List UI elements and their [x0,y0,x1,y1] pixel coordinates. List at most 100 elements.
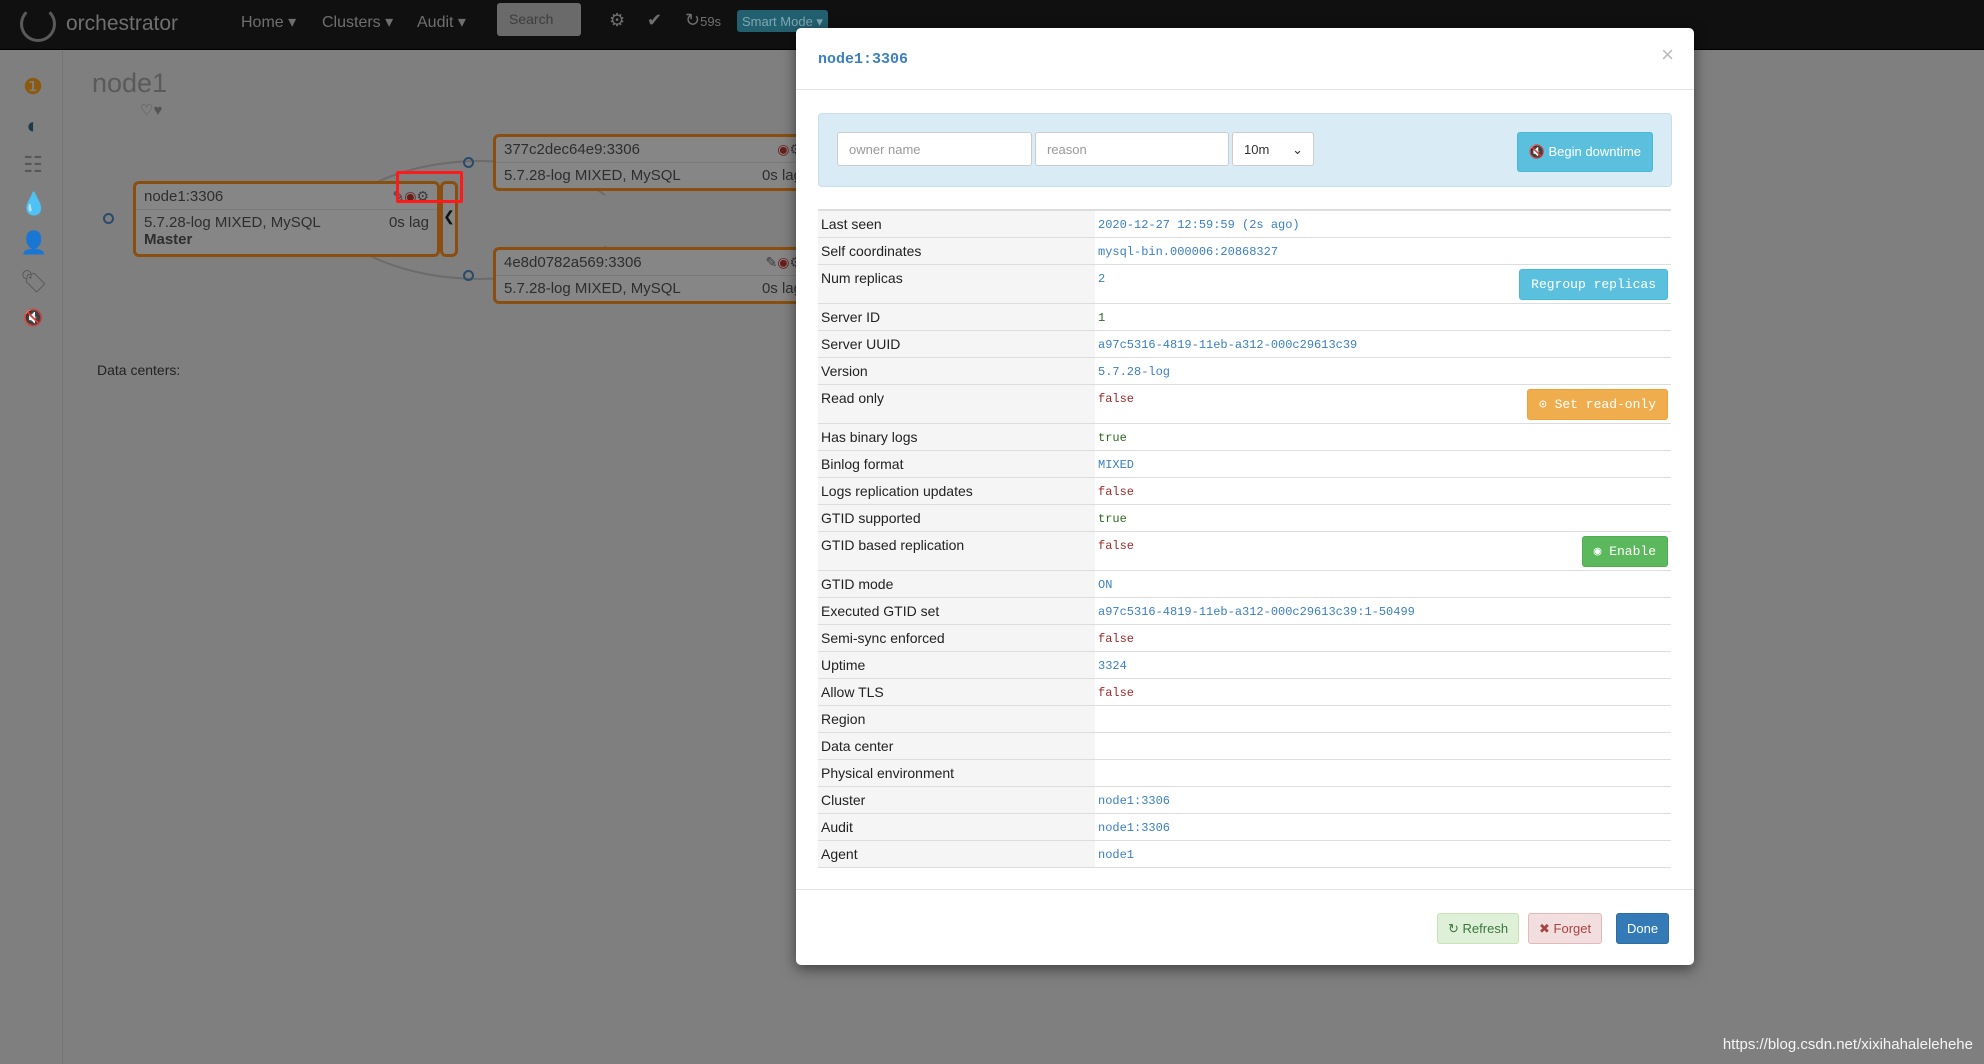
detail-label: Has binary logs [818,423,1095,451]
check-circle-icon[interactable]: ✔ [647,10,662,31]
detail-label: Semi-sync enforced [818,624,1095,652]
detail-value: 3324 [1098,658,1127,673]
menu-home[interactable]: Home ▾ [241,12,296,32]
node-info: 5.7.28-log MIXED, MySQL [144,214,321,231]
brand[interactable]: orchestrator [20,6,178,42]
detail-value: a97c5316-4819-11eb-a312-000c29613c39:1-5… [1098,604,1415,619]
detail-value: ON [1098,577,1113,592]
refresh-button[interactable]: ↻ Refresh [1437,913,1520,944]
detail-row: Agent node1 [818,840,1671,868]
detail-label: Server ID [818,303,1095,331]
detail-label: GTID supported [818,504,1095,532]
mute-icon: 🔇 [1528,144,1545,159]
detail-label: Read only [818,384,1095,424]
replica-node-box[interactable]: 377c2dec64e9:3306◉⚙ 5.7.28-log MIXED, My… [493,134,813,191]
edit-icon[interactable]: ✎ [765,254,777,270]
num-replicas-action-button[interactable]: Regroup replicas [1519,268,1668,300]
detail-row: Server ID 1 [818,303,1671,331]
master-connector[interactable] [103,213,114,224]
detail-label: Logs replication updates [818,477,1095,505]
detail-row: Server UUID a97c5316-4819-11eb-a312-000c2… [818,330,1671,358]
node-info: 5.7.28-log MIXED, MySQL [504,167,681,184]
instance-modal: node1:3306 × owner name reason 10m ⌄ 🔇 Be… [796,28,1694,965]
replica-connector[interactable] [463,157,474,168]
detail-label: Physical environment [818,759,1095,787]
gear-icon[interactable]: ⚙ [609,10,625,31]
duration-select[interactable]: 10m ⌄ [1232,132,1314,166]
favorite-icons[interactable]: ♡♥ [140,101,162,119]
watermark: https://blog.csdn.net/xixihahalelehehe [1722,1036,1973,1053]
detail-row: Last seen 2020-12-27 12:59:59 (2s ago) [818,210,1671,238]
begin-downtime-button[interactable]: 🔇 Begin downtime [1516,132,1653,172]
list-icon[interactable]: ☷ [20,152,46,178]
reason-input[interactable]: reason [1035,132,1229,166]
drop-icon[interactable]: 💧 [20,191,47,217]
refresh-countdown: 59s [700,14,722,29]
detail-row: Region [818,705,1671,733]
replica-node-box[interactable]: 4e8d0782a569:3306✎◉⚙ 5.7.28-log MIXED, M… [493,247,813,304]
sidebar: ❶ ◐ ☷ 💧 👤 🏷 🔇 [0,51,63,1064]
detail-value: false [1098,685,1135,700]
done-button[interactable]: Done [1616,913,1670,944]
detail-row: Audit node1:3306 [818,813,1671,841]
detail-row: Allow TLS false [818,678,1671,706]
node-name: 4e8d0782a569:3306 [504,254,642,271]
refresh-icon[interactable]: ↻59s [685,10,721,31]
detail-label: Cluster [818,786,1095,814]
detail-label: GTID based replication [818,531,1095,571]
detail-value: false [1098,631,1135,646]
node-lag: 0s lag [388,214,429,231]
detail-value: true [1098,511,1127,526]
detail-row: Logs replication updates false [818,477,1671,505]
page-title: node1 [92,68,168,98]
detail-row: GTID supported true [818,504,1671,532]
master-node-box[interactable]: node1:3306 ✎◉⚙ 5.7.28-log MIXED, MySQL 0s … [133,181,440,257]
detail-label: Executed GTID set [818,597,1095,625]
orchestrator-logo [20,6,56,42]
detail-value: node1:3306 [1098,793,1171,808]
detail-label: Audit [818,813,1095,841]
alert-icon[interactable]: ❶ [20,74,46,100]
detail-label: Binlog format [818,450,1095,478]
detail-label: Num replicas [818,264,1095,304]
modal-title: node1:3306 [818,51,909,68]
detail-label: Allow TLS [818,678,1095,706]
detail-row: Physical environment [818,759,1671,787]
contrast-icon[interactable]: ◐ [20,113,46,139]
highlight-box [396,171,463,203]
detail-value: 5.7.28-log [1098,364,1171,379]
search-input[interactable]: Search [497,3,581,36]
read-only-action-button[interactable]: ⊙ Set read-only [1526,388,1668,420]
detail-row: Has binary logs true [818,423,1671,451]
detail-row: GTID mode ON [818,570,1671,598]
detail-value: false [1098,391,1135,406]
downtime-panel: owner name reason 10m ⌄ 🔇 Begin downtime [818,113,1672,187]
detail-label: Uptime [818,651,1095,679]
detail-value: true [1098,430,1127,445]
detail-value: mysql-bin.000006:20868327 [1098,244,1279,259]
instance-details-table: Last seen 2020-12-27 12:59:59 (2s ago) Sel… [818,209,1671,868]
mute-icon[interactable]: 🔇 [20,308,46,334]
forget-button[interactable]: ✖ Forget [1528,913,1603,944]
user-icon[interactable]: 👤 [20,230,47,256]
gtid-based-replication-action-button[interactable]: ◉ Enable [1581,535,1668,567]
tag-icon[interactable]: 🏷 [20,269,48,295]
close-button[interactable]: × [1661,42,1674,68]
detail-row: Num replicas 2 Regroup replicas [818,264,1671,304]
detail-value: 1 [1098,310,1106,325]
replica-connector[interactable] [463,270,474,281]
node-name: 377c2dec64e9:3306 [504,141,640,158]
detail-row: Semi-sync enforced false [818,624,1671,652]
globe-icon[interactable]: ◉ [777,141,789,157]
menu-clusters[interactable]: Clusters ▾ [322,12,393,32]
owner-name-input[interactable]: owner name [837,132,1032,166]
globe-icon[interactable]: ◉ [777,254,789,270]
detail-row: Version 5.7.28-log [818,357,1671,385]
detail-row: Binlog format MIXED [818,450,1671,478]
chevron-down-icon: ⌄ [1292,142,1303,157]
menu-audit[interactable]: Audit ▾ [417,12,466,32]
detail-value: false [1098,538,1135,553]
detail-value: 2020-12-27 12:59:59 (2s ago) [1098,218,1300,232]
node-name: node1:3306 [144,188,224,205]
detail-row: Cluster node1:3306 [818,786,1671,814]
